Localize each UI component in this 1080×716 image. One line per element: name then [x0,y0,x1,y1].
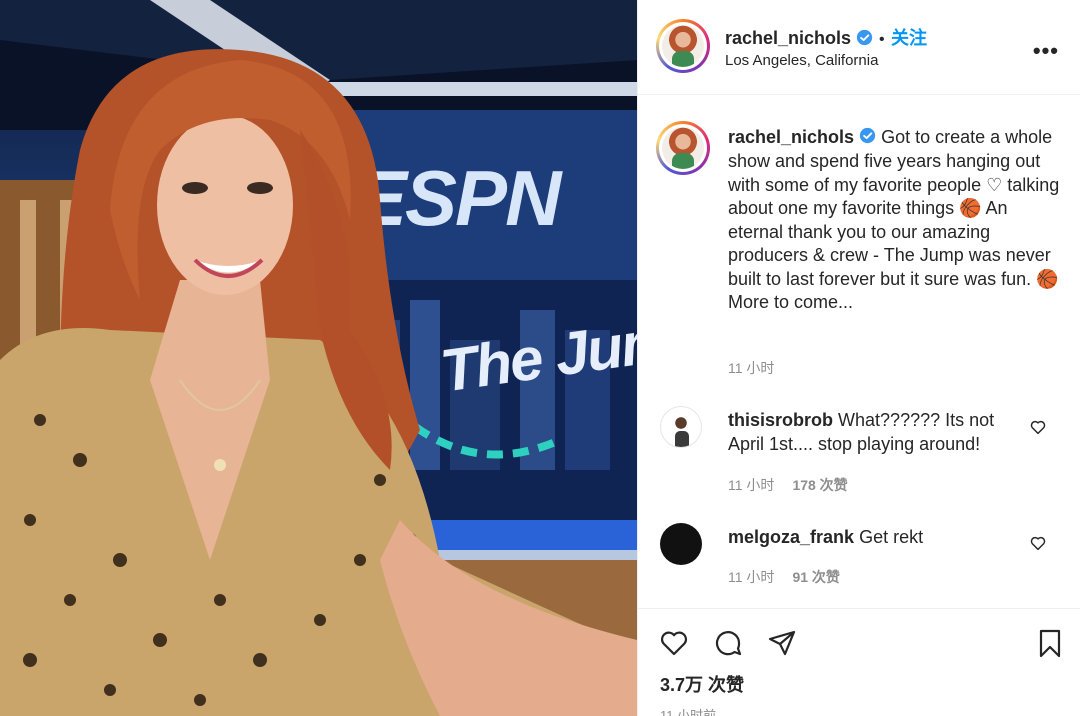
save-bookmark-icon[interactable] [1034,627,1066,659]
comment-bubble-icon[interactable] [712,627,744,659]
comment-likes[interactable]: 91 次赞 [792,569,839,585]
comment-like-heart-icon[interactable] [1029,418,1047,436]
comment-like-heart-icon[interactable] [1029,534,1047,552]
comment-likes[interactable]: 178 次赞 [792,477,847,493]
post-header: rachel_nichols • 关注 Los Angeles, Califor… [638,0,1080,95]
more-options-icon[interactable]: ••• [1033,38,1059,64]
comment-item: thisisrobrob What?????? Its not April 1s… [728,408,1028,456]
comment-time: 11 小时 [728,477,775,493]
comment-username[interactable]: melgoza_frank [728,527,854,547]
separator-dot: • [878,31,885,48]
caption-username[interactable]: rachel_nichols [728,127,854,147]
follow-button[interactable]: 关注 [891,28,927,48]
espn-sign: ESPN [355,154,563,242]
comment-item: melgoza_frank Get rekt [728,525,1028,549]
verified-badge-icon [856,29,873,51]
post-location[interactable]: Los Angeles, California [725,52,878,69]
caption-avatar[interactable] [662,127,704,169]
post-actions: 3.7万 次赞 11 小时前 [638,608,1080,716]
post-side-panel: rachel_nichols • 关注 Los Angeles, Califor… [637,0,1080,716]
comment-username[interactable]: thisisrobrob [728,410,833,430]
author-username[interactable]: rachel_nichols [725,28,851,48]
photo-illustration: ESPN The Jump [0,0,637,716]
post-photo[interactable]: ESPN The Jump [0,0,637,716]
comment-time: 11 小时 [728,569,775,585]
author-avatar[interactable] [662,25,704,67]
comment-avatar[interactable] [660,406,702,448]
comment-text: Get rekt [859,527,924,547]
post-like-count[interactable]: 3.7万 次赞 [660,671,744,697]
comment-meta: 11 小时 91 次赞 [728,567,840,587]
comment-meta: 11 小时 178 次赞 [728,475,848,495]
like-heart-icon[interactable] [658,627,690,659]
caption-body: Got to create a whole show and spend fiv… [728,127,1060,312]
comment-avatar[interactable] [660,523,702,565]
post-timestamp: 11 小时前 [660,708,717,716]
verified-badge-icon [859,127,876,151]
comments-list[interactable]: rachel_nichols Got to create a whole sho… [638,96,1080,608]
post-caption: rachel_nichols Got to create a whole sho… [728,126,1060,315]
caption-time: 11 小时 [728,360,775,376]
share-send-icon[interactable] [766,627,798,659]
